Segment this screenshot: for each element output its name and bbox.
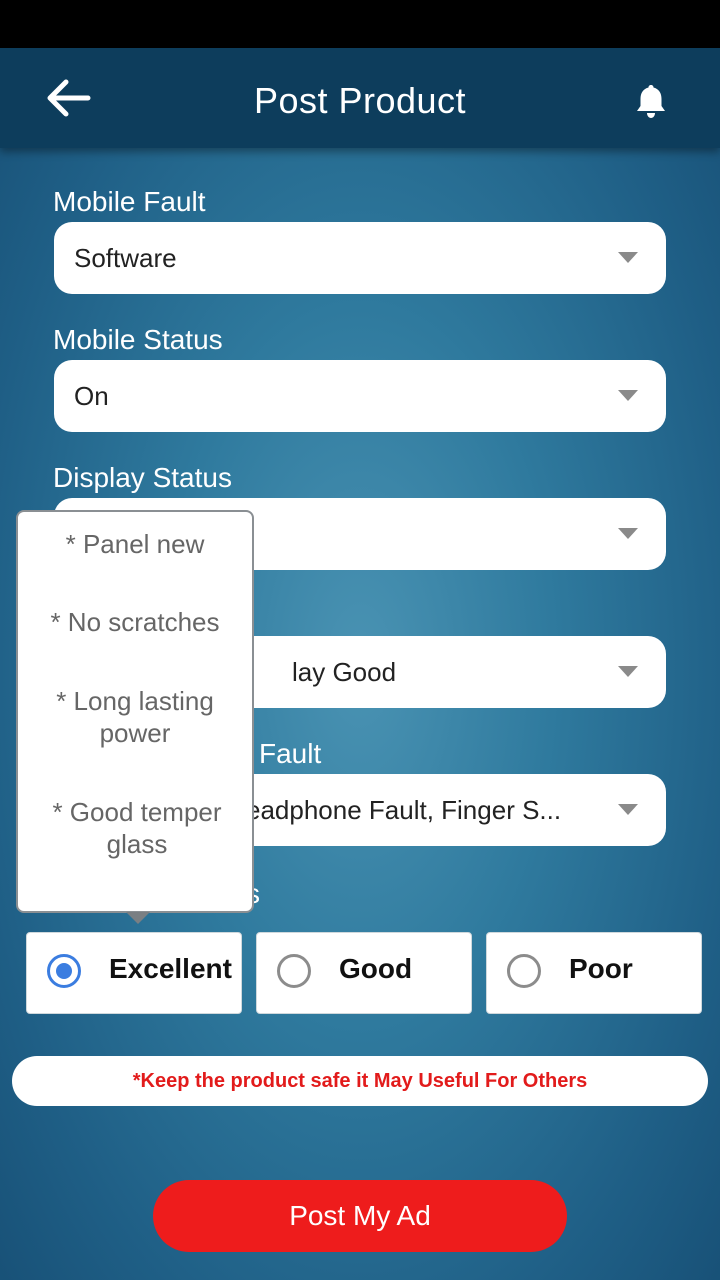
page-title: Post Product <box>253 80 467 121</box>
condition-option-poor[interactable]: Poor <box>486 932 702 1014</box>
bell-icon[interactable] <box>632 82 670 120</box>
radio-unselected-icon <box>507 954 541 988</box>
safety-notice: *Keep the product safe it May Useful For… <box>12 1056 708 1106</box>
option-label: Excellent <box>109 953 232 984</box>
chevron-down-icon <box>618 528 638 539</box>
option-label: Poor <box>569 953 633 984</box>
mobile-fault-select[interactable]: Software <box>54 222 666 294</box>
chevron-down-icon <box>618 252 638 263</box>
display-quality-value: lay Good <box>292 657 397 687</box>
tooltip-item: * No scratches <box>50 607 220 637</box>
tooltip-item: * Long lasting power <box>56 686 214 748</box>
mobile-status-select[interactable]: On <box>54 360 666 432</box>
condition-tooltip: * Panel new * No scratches * Long lastin… <box>16 510 254 924</box>
chevron-down-icon <box>618 666 638 677</box>
tooltip-item: * Good temper glass <box>52 797 222 859</box>
post-my-ad-button[interactable]: Post My Ad <box>153 1180 567 1252</box>
chevron-down-icon <box>618 390 638 401</box>
other-fault-label: Fault <box>259 738 322 769</box>
mobile-fault-label: Mobile Fault <box>53 186 206 217</box>
other-fault-value: eadphone Fault, Finger S... <box>246 795 562 825</box>
status-bar <box>0 0 720 48</box>
option-label: Good <box>339 953 413 984</box>
tooltip-pointer <box>126 912 150 924</box>
chevron-down-icon <box>618 804 638 815</box>
tooltip-item: * Panel new <box>65 529 205 559</box>
mobile-status-label: Mobile Status <box>53 324 223 355</box>
condition-option-good[interactable]: Good <box>256 932 472 1014</box>
radio-unselected-icon <box>277 954 311 988</box>
mobile-status-value: On <box>74 381 109 411</box>
mobile-fault-value: Software <box>74 243 177 273</box>
app-bar: Post Product <box>0 48 720 148</box>
display-status-label: Display Status <box>53 462 232 493</box>
radio-selected-icon <box>47 954 81 988</box>
condition-option-excellent[interactable]: Excellent <box>26 932 242 1014</box>
